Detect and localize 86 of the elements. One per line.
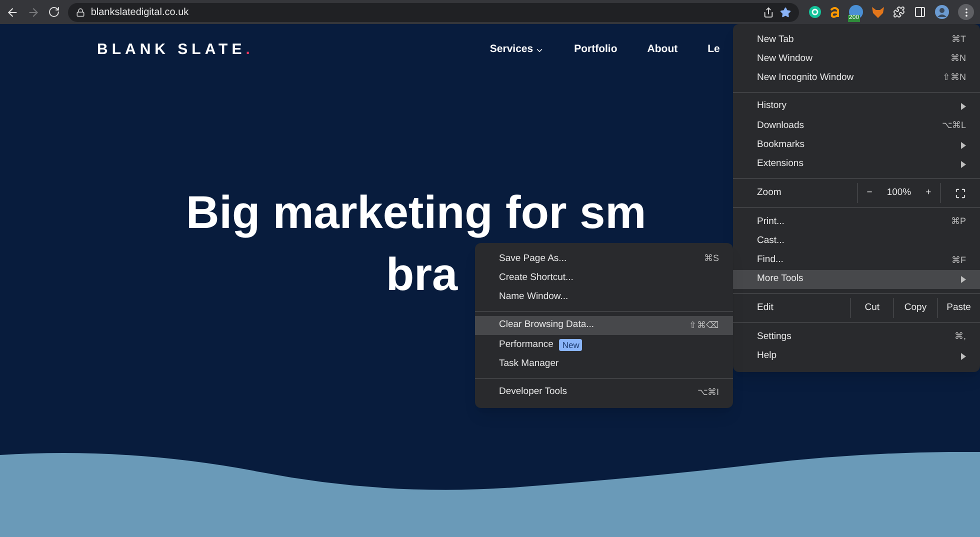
menu-item[interactable]: Performance New [475, 335, 733, 354]
zoom-level: 100% [886, 186, 912, 200]
submenu-arrow-icon [961, 160, 966, 168]
menu-item-label: Performance [499, 338, 554, 352]
reload-icon[interactable] [48, 6, 60, 18]
menu-item-label: Bookmarks [757, 138, 805, 152]
menu-item[interactable]: Help [733, 346, 980, 366]
menu-item-label: Create Shortcut... [499, 270, 574, 285]
menu-item[interactable]: Task Manager [475, 354, 733, 374]
extensions-icon[interactable] [893, 6, 906, 18]
nav-link[interactable]: About [647, 42, 678, 58]
menu-item[interactable]: More Tools [733, 270, 980, 290]
nav-link[interactable]: Services [490, 42, 544, 58]
shortcut-text: ⌘, [954, 330, 966, 344]
edit-action-button[interactable]: Cut [850, 298, 894, 318]
menu-item[interactable]: Print... ⌘P [733, 212, 980, 232]
menu-item-label: Cast... [757, 234, 784, 248]
menu-item-label: Developer Tools [499, 385, 567, 400]
star-icon[interactable] [780, 6, 792, 18]
shortcut-text: ⌘F [952, 254, 966, 267]
shortcut-text: ⌘S [704, 252, 719, 265]
fox-extension-icon[interactable] [872, 6, 884, 18]
menu-item-label: More Tools [757, 272, 804, 286]
new-badge: New [559, 338, 582, 351]
submenu-arrow-icon [961, 276, 966, 284]
menu-item-label: Find... [757, 253, 784, 268]
menu-item[interactable]: Name Window... [475, 288, 733, 307]
shortcut-text: ⇧⌘⌫ [689, 318, 719, 332]
shortcut-text: ⌥⌘L [942, 119, 966, 132]
menu-item[interactable]: Cast... [733, 231, 980, 251]
menu-item[interactable]: Downloads ⌥⌘L [733, 116, 980, 136]
share-icon[interactable] [763, 6, 774, 18]
menu-item[interactable]: Clear Browsing Data... ⇧⌘⌫ [475, 316, 733, 336]
shortcut-text: ⌘T [952, 32, 966, 46]
menu-item-label: Print... [757, 214, 784, 229]
menu-item[interactable]: Create Shortcut... [475, 268, 733, 288]
edit-action-button[interactable]: Paste [936, 298, 980, 318]
menu-item[interactable]: New Incognito Window ⇧⌘N [733, 68, 980, 88]
menu-item[interactable]: Find... ⌘F [733, 250, 980, 270]
menu-item-label: Extensions [757, 157, 804, 172]
menu-item[interactable]: Settings ⌘, [733, 327, 980, 347]
shortcut-text: ⇧⌘N [942, 71, 966, 84]
zoom-out-button[interactable]: − [864, 186, 876, 200]
shortcut-text: ⌘N [950, 52, 966, 66]
menu-item[interactable]: History [733, 96, 980, 116]
hero-heading: bra [386, 247, 458, 302]
menu-item[interactable]: New Window ⌘N [733, 49, 980, 69]
letter-extension-icon[interactable] [830, 6, 840, 18]
avatar-icon[interactable] [935, 5, 950, 19]
zoom-label: Zoom [756, 186, 782, 200]
menu-item[interactable]: New Tab ⌘T [733, 30, 980, 50]
submenu-arrow-icon [961, 142, 966, 149]
shortcut-text: ⌘P [950, 214, 966, 228]
lock-icon [76, 8, 85, 16]
menu-item-label: Help [757, 349, 777, 364]
side-panel-icon[interactable] [914, 6, 926, 18]
menu-item[interactable]: Extensions [733, 154, 980, 174]
menu-item-label: History [757, 99, 787, 114]
submenu-arrow-icon [961, 103, 966, 110]
edit-label: Edit [756, 301, 774, 316]
menu-item[interactable]: Bookmarks [733, 135, 980, 155]
menu-item-label: Name Window... [499, 290, 568, 304]
menu-item-label: New Window [757, 52, 812, 66]
menu-item[interactable]: Save Page As... ⌘S [475, 249, 733, 268]
address-bar[interactable]: blankslatedigital.co.uk [68, 2, 800, 22]
menu-item-label: Clear Browsing Data... [499, 318, 594, 332]
edit-action-button[interactable]: Copy [893, 298, 937, 318]
url-text: blankslatedigital.co.uk [90, 6, 189, 20]
zoom-in-button[interactable]: + [922, 186, 934, 200]
nav-link[interactable]: Le [708, 42, 720, 58]
menu-item-label: Settings [757, 330, 792, 344]
menu-item-label: Downloads [757, 118, 804, 133]
shortcut-text: ⌥⌘I [697, 386, 719, 399]
nav-link[interactable]: Portfolio [574, 42, 618, 58]
menu-item-label: New Tab [757, 32, 794, 47]
menu-item-label: Task Manager [499, 357, 559, 371]
menu-button[interactable] [958, 4, 974, 20]
ring-extension-icon[interactable] [809, 6, 822, 18]
menu-item-label: Save Page As... [499, 252, 567, 266]
site-logo[interactable]: BLANK SLATE. [97, 38, 254, 62]
back-icon[interactable] [6, 6, 19, 18]
fullscreen-icon[interactable] [955, 188, 966, 199]
hero-heading: Big marketing for sm [186, 185, 646, 240]
menu-item-label: New Incognito Window [757, 71, 854, 86]
submenu-arrow-icon [961, 352, 966, 360]
menu-item[interactable]: Developer Tools ⌥⌘I [475, 382, 733, 402]
